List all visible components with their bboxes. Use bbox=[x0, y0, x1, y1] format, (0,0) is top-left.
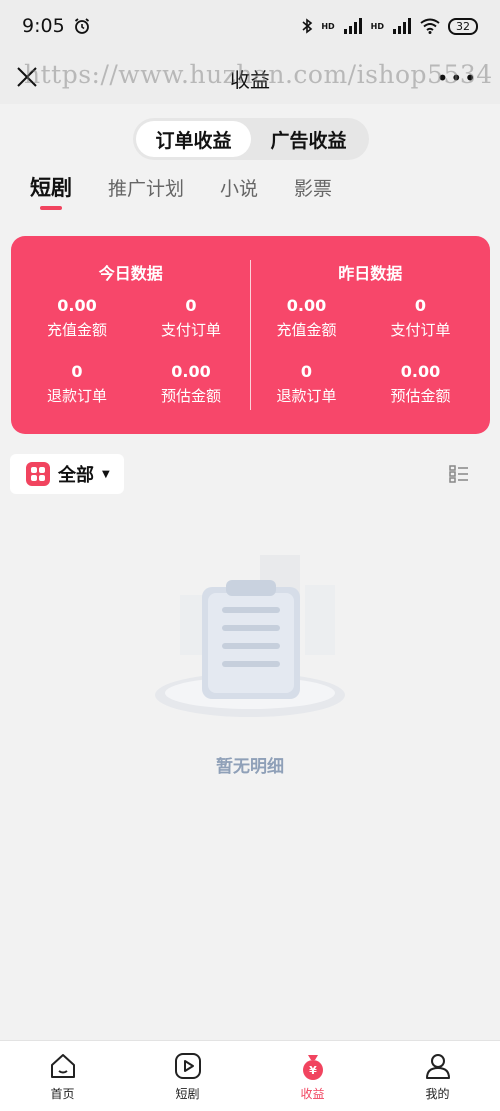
empty-state-text: 暂无明细 bbox=[216, 757, 284, 777]
segment-ad-revenue[interactable]: 广告收益 bbox=[251, 121, 366, 157]
bottom-nav-label: 短剧 bbox=[175, 1087, 200, 1101]
yesterday-recharge-amount: 0.00 充值金额 bbox=[257, 296, 357, 340]
bottom-nav-label: 我的 bbox=[425, 1087, 450, 1101]
signal-icon-2 bbox=[393, 18, 411, 34]
home-icon bbox=[50, 1054, 75, 1078]
tab-novel[interactable]: 小说 bbox=[220, 172, 258, 212]
today-refund-orders: 0 退款订单 bbox=[27, 362, 127, 406]
stat-value: 0.00 bbox=[57, 296, 97, 315]
tab-label: 小说 bbox=[220, 178, 259, 200]
yesterday-stats: 昨日数据 0.00 充值金额 0 支付订单 0 退款订单 0.00 预估金额 bbox=[251, 236, 491, 434]
stat-label: 支付订单 bbox=[160, 321, 221, 339]
stat-label: 预估金额 bbox=[160, 387, 221, 405]
stat-label: 充值金额 bbox=[276, 321, 337, 339]
today-recharge-amount: 0.00 充值金额 bbox=[27, 296, 127, 340]
bottom-nav-label: 收益 bbox=[300, 1087, 325, 1101]
money-bag-icon: ¥ bbox=[302, 1055, 323, 1080]
caret-down-icon: ▼ bbox=[102, 468, 110, 480]
bottom-nav-home[interactable]: 首页 bbox=[0, 1041, 125, 1111]
empty-clipboard-icon bbox=[155, 555, 345, 717]
stat-value: 0 bbox=[185, 296, 197, 315]
revenue-type-switch: 订单收益 广告收益 bbox=[133, 118, 369, 160]
bottom-nav-profile[interactable]: 我的 bbox=[375, 1041, 500, 1111]
bottom-nav-label: 首页 bbox=[50, 1087, 75, 1101]
tab-active-indicator bbox=[40, 206, 62, 210]
today-stats: 今日数据 0.00 充值金额 0 支付订单 0 退款订单 0.00 预估金额 bbox=[11, 236, 251, 434]
tab-label: 影票 bbox=[294, 178, 333, 200]
tab-label: 短剧 bbox=[30, 176, 72, 200]
today-title: 今日数据 bbox=[98, 264, 163, 283]
svg-text:¥: ¥ bbox=[309, 1064, 317, 1077]
stat-label: 退款订单 bbox=[276, 387, 337, 405]
today-estimated-amount: 0.00 预估金额 bbox=[141, 362, 241, 406]
tab-label: 推广计划 bbox=[108, 178, 185, 200]
filter-dropdown[interactable]: 全部 ▼ bbox=[10, 454, 124, 494]
stat-value: 0 bbox=[300, 362, 313, 381]
stat-label: 预估金额 bbox=[390, 387, 451, 405]
segment-order-revenue[interactable]: 订单收益 bbox=[136, 121, 251, 157]
page-title: 收益 bbox=[230, 67, 270, 92]
close-icon[interactable] bbox=[14, 64, 40, 90]
stats-card: 今日数据 0.00 充值金额 0 支付订单 0 退款订单 0.00 预估金额 昨… bbox=[11, 236, 490, 434]
stat-label: 支付订单 bbox=[390, 321, 451, 339]
signal-hd-label-2: HD bbox=[370, 21, 384, 31]
grid-icon bbox=[26, 462, 50, 486]
filter-label: 全部 bbox=[58, 465, 94, 486]
yesterday-estimated-amount: 0.00 预估金额 bbox=[371, 362, 471, 406]
yesterday-refund-orders: 0 退款订单 bbox=[257, 362, 357, 406]
signal-hd-label-1: HD bbox=[321, 21, 335, 31]
more-menu-button[interactable]: ••• bbox=[437, 66, 478, 90]
alarm-icon bbox=[74, 18, 89, 34]
signal-icon bbox=[343, 18, 362, 34]
yesterday-title: 昨日数据 bbox=[338, 264, 403, 283]
tab-short-drama[interactable]: 短剧 bbox=[30, 172, 72, 212]
battery-indicator: 32 bbox=[448, 17, 478, 35]
category-tabs: 短剧 推广计划 小说 影票 bbox=[30, 172, 368, 212]
today-paid-orders: 0 支付订单 bbox=[141, 296, 241, 340]
wifi-icon bbox=[420, 18, 440, 34]
status-bar: 9:05 HD HD 32 bbox=[0, 0, 500, 52]
bottom-nav: 首页 短剧 ¥ 收益 我的 bbox=[0, 1040, 500, 1111]
tab-movie-ticket[interactable]: 影票 bbox=[294, 172, 332, 212]
list-view-icon[interactable] bbox=[449, 464, 469, 484]
user-icon bbox=[425, 1054, 450, 1079]
stat-value: 0.00 bbox=[286, 296, 327, 315]
play-icon bbox=[174, 1053, 201, 1079]
stat-value: 0 bbox=[71, 362, 83, 381]
stat-label: 退款订单 bbox=[46, 387, 107, 405]
bottom-nav-revenue[interactable]: ¥ 收益 bbox=[250, 1041, 375, 1111]
bottom-nav-drama[interactable]: 短剧 bbox=[125, 1041, 250, 1111]
stat-value: 0 bbox=[414, 296, 427, 315]
status-time: 9:05 bbox=[22, 15, 65, 37]
stat-value: 0.00 bbox=[171, 362, 211, 381]
yesterday-paid-orders: 0 支付订单 bbox=[371, 296, 471, 340]
stat-value: 0.00 bbox=[400, 362, 441, 381]
bluetooth-icon bbox=[302, 18, 313, 34]
nav-bar: 收益 ••• bbox=[0, 52, 500, 104]
stat-label: 充值金额 bbox=[46, 321, 107, 339]
tab-promotion-plan[interactable]: 推广计划 bbox=[108, 172, 184, 212]
